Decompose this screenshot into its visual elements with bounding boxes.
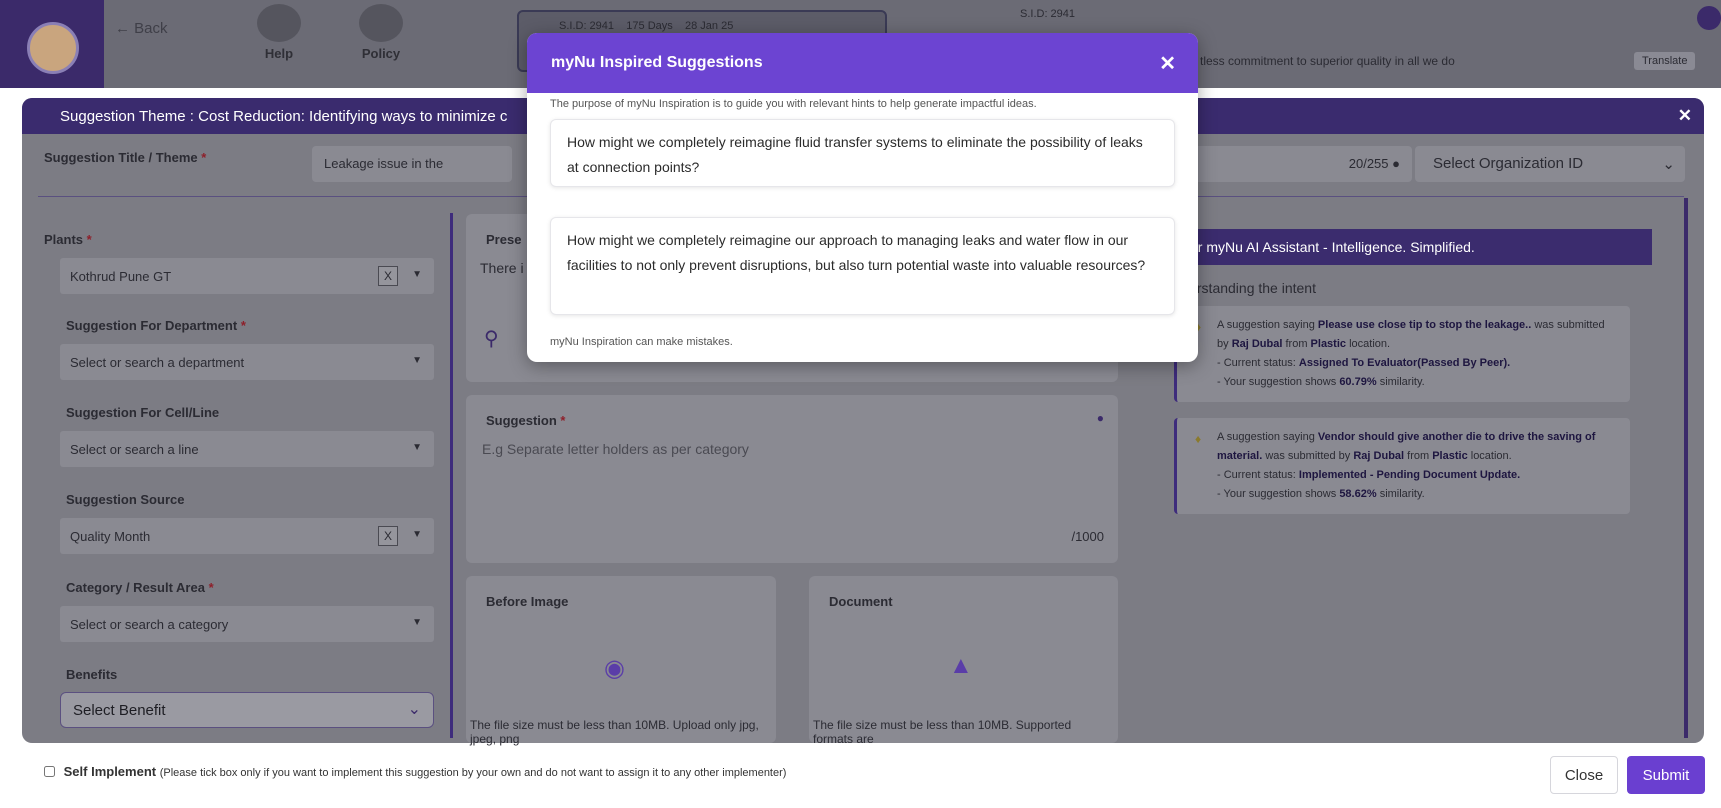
chevron-down-icon: ⌄ xyxy=(407,701,421,718)
sid-secondary: S.I.D: 2941 xyxy=(1020,8,1076,20)
present-text: There i xyxy=(480,260,524,276)
plants-label: Plants * xyxy=(44,232,92,247)
plants-select[interactable]: Kothrud Pune GT X ▼ xyxy=(60,258,434,294)
help-icon xyxy=(257,4,301,42)
department-label: Suggestion For Department * xyxy=(66,318,246,333)
bulb-icon[interactable]: ⚲ xyxy=(484,326,499,351)
similar-suggestion-card[interactable]: ♦ A suggestion saying Please use close t… xyxy=(1174,306,1630,402)
mic-icon[interactable]: ● xyxy=(1097,411,1104,425)
caret-down-icon: ▼ xyxy=(412,529,422,540)
days-label: 175 Days xyxy=(626,20,673,32)
suggestion-char-count: /1000 xyxy=(1071,529,1104,544)
category-select[interactable]: Select or search a category ▼ xyxy=(60,606,434,642)
submit-button[interactable]: Submit xyxy=(1627,756,1705,794)
collapse-icon[interactable] xyxy=(1697,6,1721,30)
category-label: Category / Result Area * xyxy=(66,580,214,595)
column-divider xyxy=(450,213,453,738)
help-button[interactable]: Help xyxy=(244,4,314,61)
caret-down-icon: ▼ xyxy=(412,355,422,366)
suggestion-card: Suggestion * E.g Separate letter holders… xyxy=(466,395,1118,563)
avatar-block xyxy=(0,0,104,88)
source-select[interactable]: Quality Month X ▼ xyxy=(60,518,434,554)
suggestion-label: Suggestion * xyxy=(486,413,566,428)
inspiration-suggestion[interactable]: How might we completely reimagine fluid … xyxy=(550,119,1175,187)
avatar[interactable] xyxy=(27,22,79,74)
close-icon[interactable]: ✕ xyxy=(1678,106,1692,126)
clear-icon[interactable]: X xyxy=(378,526,398,546)
scrollbar[interactable] xyxy=(1684,198,1688,738)
document-card[interactable]: Document ▲ The file size must be less th… xyxy=(809,576,1118,746)
close-icon[interactable]: ✕ xyxy=(1159,51,1176,76)
benefits-label: Benefits xyxy=(66,667,118,682)
source-label: Suggestion Source xyxy=(66,492,185,507)
caret-down-icon: ▼ xyxy=(412,442,422,453)
file-upload-icon[interactable]: ▲ xyxy=(949,652,973,680)
dialog-subtitle: The purpose of myNu Inspiration is to gu… xyxy=(550,98,1037,110)
caret-down-icon: ▼ xyxy=(412,617,422,628)
dialog-title: myNu Inspired Suggestions xyxy=(551,54,763,71)
translate-button[interactable]: Translate xyxy=(1634,52,1696,70)
document-label: Document xyxy=(829,594,893,609)
sid-label: S.I.D: 2941 xyxy=(559,20,615,32)
self-implement-input[interactable] xyxy=(44,766,55,777)
benefit-select[interactable]: Select Benefit ⌄ xyxy=(60,692,434,728)
chevron-down-icon: ⌄ xyxy=(1662,156,1675,173)
before-image-note: The file size must be less than 10MB. Up… xyxy=(470,718,759,746)
cell-select[interactable]: Select or search a line ▼ xyxy=(60,431,434,467)
before-image-label: Before Image xyxy=(486,594,569,609)
clear-icon[interactable]: X xyxy=(378,266,398,286)
dialog-disclaimer: myNu Inspiration can make mistakes. xyxy=(550,336,733,348)
intent-text: lerstanding the intent xyxy=(1186,280,1316,296)
document-note: The file size must be less than 10MB. Su… xyxy=(813,718,1072,746)
inspiration-suggestion[interactable]: How might we completely reimagine our ap… xyxy=(550,217,1175,315)
camera-icon[interactable]: ◉ xyxy=(604,654,625,683)
mic-icon[interactable]: ● xyxy=(1392,156,1400,171)
similar-suggestion-card[interactable]: ♦ A suggestion saying Vendor should give… xyxy=(1174,418,1630,514)
suggestion-textarea[interactable]: E.g Separate letter holders as per categ… xyxy=(482,441,749,457)
cell-label: Suggestion For Cell/Line xyxy=(66,405,220,420)
before-image-card[interactable]: Before Image ◉ The file size must be les… xyxy=(466,576,776,746)
title-input[interactable]: Leakage issue in the xyxy=(312,146,512,182)
motto-text: tless commitment to superior quality in … xyxy=(1200,54,1455,68)
date-label: 28 Jan 25 xyxy=(685,20,734,32)
caret-down-icon: ▼ xyxy=(412,269,422,280)
title-label: Suggestion Title / Theme * xyxy=(44,150,207,165)
dialog-header: myNu Inspired Suggestions ✕ xyxy=(527,33,1198,93)
policy-download-icon xyxy=(359,4,403,42)
self-implement-checkbox[interactable]: Self Implement (Please tick box only if … xyxy=(44,764,786,779)
bulb-icon: ♦ xyxy=(1195,432,1202,446)
present-title: Prese xyxy=(486,232,522,247)
close-button[interactable]: Close xyxy=(1550,756,1618,794)
form-footer: Self Implement (Please tick box only if … xyxy=(0,748,1721,808)
inspiration-dialog: myNu Inspired Suggestions ✕ The purpose … xyxy=(527,33,1198,362)
assistant-header: ur myNu AI Assistant - Intelligence. Sim… xyxy=(1180,229,1652,265)
organization-select[interactable]: Select Organization ID ⌄ xyxy=(1415,146,1685,182)
back-arrow-icon: ← xyxy=(115,20,130,37)
suggestion-theme: Suggestion Theme : Cost Reduction: Ident… xyxy=(60,108,508,125)
policy-button[interactable]: Policy xyxy=(346,4,416,61)
department-select[interactable]: Select or search a department ▼ xyxy=(60,344,434,380)
back-button[interactable]: ← Back xyxy=(115,20,168,37)
